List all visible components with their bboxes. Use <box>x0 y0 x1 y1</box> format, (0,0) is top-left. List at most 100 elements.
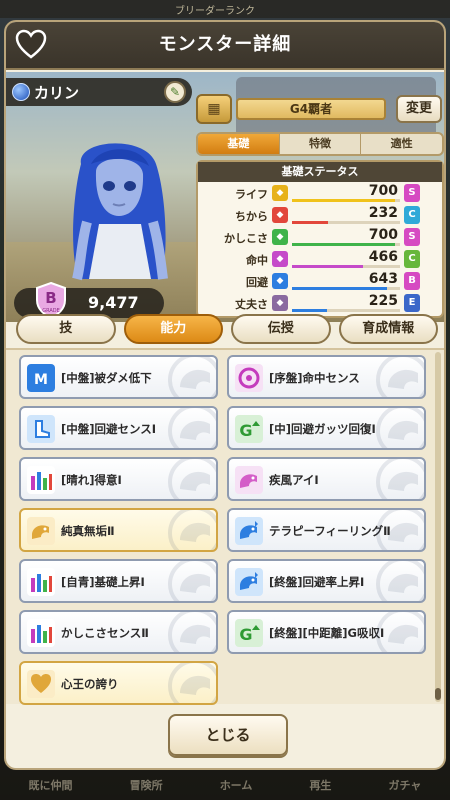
ability-name: かしこさセンスⅡ <box>61 626 149 640</box>
status-bar <box>292 309 400 312</box>
ability-name: [中盤]被ダメ低下 <box>61 371 152 385</box>
ability-item[interactable]: [終盤]回避率上昇Ⅰ <box>227 559 426 603</box>
status-rank-badge: S <box>404 228 420 246</box>
ability-name: 純真無垢Ⅱ <box>61 524 115 538</box>
ability-item[interactable]: テラピーフィーリングⅡ <box>227 508 426 552</box>
nav-item: 再生 <box>309 779 332 792</box>
target-icon <box>235 364 263 392</box>
status-bar <box>292 199 400 202</box>
tab-inherit[interactable]: 伝授 <box>231 314 331 344</box>
ability-item[interactable]: G [中]回避ガッツ回復Ⅰ <box>227 406 426 450</box>
status-value: 643 <box>368 271 398 287</box>
status-bar-fill <box>292 309 327 312</box>
ability-name: [晴れ]得意Ⅰ <box>61 473 122 487</box>
nav-item: ホーム <box>219 779 253 792</box>
tab-skills[interactable]: 技 <box>16 314 116 344</box>
status-bar-fill <box>292 287 388 290</box>
ability-item[interactable]: [晴れ]得意Ⅰ <box>19 457 218 501</box>
ability-item[interactable]: 心王の誇り <box>19 661 218 705</box>
tab-basic[interactable]: 基礎 <box>198 134 279 154</box>
shield-m-icon: M <box>27 364 55 392</box>
ability-item[interactable]: [中盤]回避センスⅠ <box>19 406 218 450</box>
status-label: ちから <box>235 210 268 223</box>
ability-name: [終盤][中距離]G吸収Ⅰ <box>269 626 385 640</box>
status-row: 命中 ◆ 466 C <box>198 248 442 270</box>
bars-icon <box>27 568 55 596</box>
status-row: ライフ ◆ 700 S <box>198 182 442 204</box>
breeder-rank-label: ブリーダーランク <box>175 6 255 17</box>
background-top-bar: ブリーダーランク <box>0 0 450 18</box>
close-button[interactable]: とじる <box>168 714 288 756</box>
status-tabs: 基礎 特徴 適性 <box>196 132 444 156</box>
ability-item[interactable]: [序盤]命中センス <box>227 355 426 399</box>
tab-breeding-info[interactable]: 育成情報 <box>338 314 438 344</box>
dino-watermark-icon <box>168 408 216 448</box>
title-row: ▦ G4覇者 変更 <box>196 94 442 124</box>
dino-watermark-icon <box>376 459 424 499</box>
status-icon: ◆ <box>272 273 288 289</box>
status-row: 丈夫さ ◆ 225 E <box>198 292 442 314</box>
status-value: 700 <box>368 183 398 199</box>
nav-item: ガチャ <box>388 779 422 792</box>
status-value: 225 <box>368 293 398 309</box>
status-rank-badge: S <box>404 184 420 202</box>
ability-item[interactable]: かしこさセンスⅡ <box>19 610 218 654</box>
tab-abilities[interactable]: 能力 <box>123 314 223 344</box>
change-title-button[interactable]: 変更 <box>396 95 442 123</box>
ability-item[interactable]: 純真無垢Ⅱ <box>19 508 218 552</box>
scrollbar-thumb[interactable] <box>435 688 441 700</box>
dino-watermark-icon <box>168 357 216 397</box>
status-rank-badge: C <box>404 250 420 268</box>
ability-name: 疾風アイⅠ <box>269 473 319 487</box>
rename-button[interactable]: ✎ <box>164 81 186 103</box>
water-gem-icon <box>12 83 30 101</box>
status-bar <box>292 243 400 246</box>
status-icon: ◆ <box>272 185 288 201</box>
ability-item[interactable]: 疾風アイⅠ <box>227 457 426 501</box>
status-bar <box>292 287 400 290</box>
dino-blue-icon <box>235 517 263 545</box>
dino-pink-icon <box>235 466 263 494</box>
status-label: 命中 <box>246 254 268 267</box>
heart-gold-icon <box>27 670 55 698</box>
monster-name-bar: カリン ✎ <box>6 78 192 106</box>
dino-blue-icon <box>235 568 263 596</box>
dialog-header: モンスター詳細 <box>6 22 444 70</box>
pen-icon: ✎ <box>169 85 181 99</box>
dino-watermark-icon <box>376 612 424 652</box>
ability-item[interactable]: M [中盤]被ダメ低下 <box>19 355 218 399</box>
calendar-icon: ▦ <box>196 94 232 124</box>
ability-list-scrollbar[interactable] <box>435 352 441 702</box>
status-bar-fill <box>292 199 395 202</box>
status-label: 回避 <box>246 276 268 289</box>
dino-watermark-icon <box>168 612 216 652</box>
tab-traits[interactable]: 特徴 <box>278 134 361 154</box>
svg-text:M: M <box>34 372 48 388</box>
status-icon: ◆ <box>272 207 288 223</box>
status-bar-fill <box>292 243 395 246</box>
status-row: ちから ◆ 232 C <box>198 204 442 226</box>
bars-icon <box>27 619 55 647</box>
bars-icon <box>27 466 55 494</box>
ability-item[interactable]: [自青]基礎上昇Ⅰ <box>19 559 218 603</box>
svg-text:G: G <box>239 421 252 440</box>
grade-letter: B <box>45 289 56 307</box>
basic-status-panel: 基礎ステータス ライフ ◆ 700 S ちから ◆ 232 C かしこさ ◆ 700 S 命中 ◆ 466 C… <box>196 160 444 318</box>
monster-name: カリン <box>34 84 80 102</box>
ability-name: [中]回避ガッツ回復Ⅰ <box>269 422 376 436</box>
favorite-heart-button[interactable] <box>14 28 48 62</box>
monster-title-label: G4覇者 <box>236 98 386 120</box>
ability-name: テラピーフィーリングⅡ <box>269 524 391 538</box>
g-up-icon: G <box>235 415 263 443</box>
status-bar-fill <box>292 265 364 268</box>
status-rank-badge: B <box>404 272 420 290</box>
tab-aptitude[interactable]: 適性 <box>360 134 442 154</box>
status-label: ライフ <box>235 188 268 201</box>
dino-watermark-icon <box>376 408 424 448</box>
ability-name: [終盤]回避率上昇Ⅰ <box>269 575 365 589</box>
nav-item: 冒険所 <box>129 779 163 792</box>
ability-item[interactable]: G [終盤][中距離]G吸収Ⅰ <box>227 610 426 654</box>
status-rank-badge: C <box>404 206 420 224</box>
status-value: 232 <box>368 205 398 221</box>
status-value: 466 <box>368 249 398 265</box>
